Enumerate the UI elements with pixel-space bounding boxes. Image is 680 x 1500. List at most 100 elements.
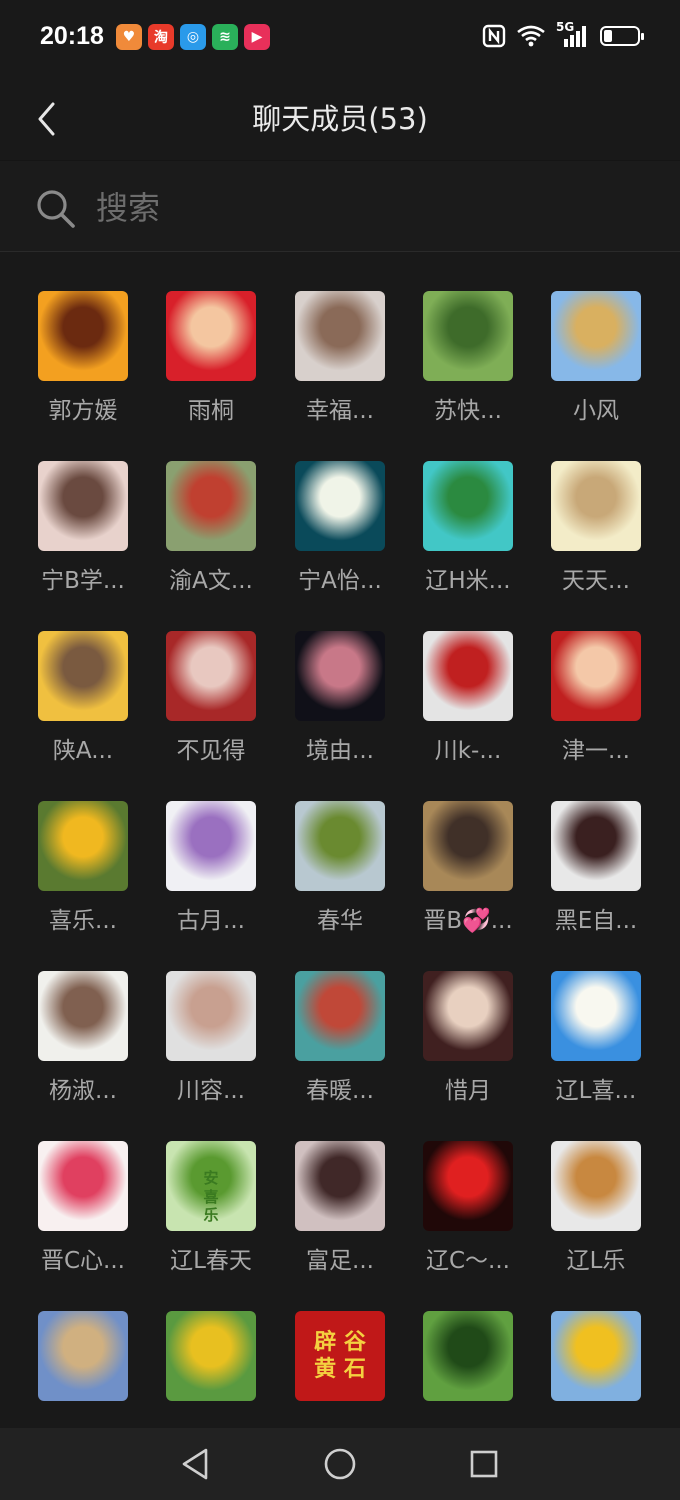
member-item[interactable]: 宁B学... <box>19 461 147 611</box>
member-name: 宁B学... <box>41 568 125 594</box>
nfc-icon <box>482 24 506 48</box>
member-item[interactable]: 郭方媛 <box>19 291 147 441</box>
search-input[interactable] <box>94 181 638 235</box>
member-item[interactable]: 富足... <box>276 1141 404 1291</box>
member-item[interactable]: 天天... <box>532 461 660 611</box>
member-item[interactable]: 春华 <box>276 801 404 951</box>
member-name: 辽L喜... <box>555 1078 637 1104</box>
member-avatar <box>423 461 513 551</box>
status-time: 20:18 <box>40 22 104 50</box>
member-avatar <box>551 1311 641 1401</box>
status-bar: 20:18 ♥ 淘 ◎ ≋ ▶ 5G <box>0 0 680 78</box>
member-name: 雨桐 <box>188 398 234 424</box>
member-item[interactable]: 苏快... <box>404 291 532 441</box>
member-avatar <box>166 291 256 381</box>
member-item[interactable]: 古月... <box>147 801 275 951</box>
member-item[interactable]: 川k-... <box>404 631 532 781</box>
nav-back-button[interactable] <box>175 1444 215 1484</box>
member-avatar <box>295 631 385 721</box>
member-name: 晋B💞... <box>423 908 513 934</box>
member-name: 渝A文... <box>169 568 253 594</box>
square-recents-icon <box>470 1450 498 1478</box>
member-item[interactable]: 惜月 <box>404 971 532 1121</box>
member-item[interactable]: 杨淑... <box>19 971 147 1121</box>
avatar-text: 安 喜 乐 <box>203 1168 219 1225</box>
navigation-bar <box>0 1428 680 1500</box>
member-avatar <box>38 1311 128 1401</box>
member-avatar <box>551 461 641 551</box>
member-item[interactable] <box>147 1311 275 1428</box>
member-name: 天天... <box>562 568 630 594</box>
member-grid: 郭方媛 雨桐 幸福... 苏快... 小风宁B学... 渝A文... 宁A怡... 辽H米..… <box>0 252 680 1428</box>
member-name: 春华 <box>317 908 363 934</box>
member-item[interactable]: 津一... <box>532 631 660 781</box>
signal-icon: 5G <box>556 20 590 48</box>
member-name: 川容... <box>177 1078 245 1104</box>
member-avatar <box>38 631 128 721</box>
member-item[interactable]: 雨桐 <box>147 291 275 441</box>
member-item[interactable]: 春暖... <box>276 971 404 1121</box>
member-avatar <box>38 1141 128 1231</box>
member-avatar <box>423 291 513 381</box>
member-name: 苏快... <box>434 398 502 424</box>
member-item[interactable]: 黑E自... <box>532 801 660 951</box>
member-avatar <box>551 291 641 381</box>
member-avatar <box>166 1311 256 1401</box>
member-item[interactable]: 辽H米... <box>404 461 532 611</box>
search-bar[interactable] <box>0 160 680 252</box>
member-name: 杨淑... <box>49 1078 117 1104</box>
member-item[interactable]: 小风 <box>532 291 660 441</box>
member-item[interactable]: 晋C心... <box>19 1141 147 1291</box>
member-avatar <box>166 461 256 551</box>
member-avatar <box>423 801 513 891</box>
member-item[interactable]: 辽L乐 <box>532 1141 660 1291</box>
member-item[interactable]: 不见得 <box>147 631 275 781</box>
member-name: 辽L春天 <box>170 1248 252 1274</box>
member-avatar <box>423 1311 513 1401</box>
member-name: 古月... <box>177 908 245 934</box>
wifi-icon <box>517 25 545 47</box>
member-item[interactable]: 渝A文... <box>147 461 275 611</box>
member-item[interactable]: 陕A... <box>19 631 147 781</box>
member-item[interactable]: 辽C～... <box>404 1141 532 1291</box>
member-item[interactable] <box>19 1311 147 1428</box>
member-avatar <box>38 461 128 551</box>
battery-icon <box>600 26 644 46</box>
nav-recents-button[interactable] <box>464 1444 504 1484</box>
member-item[interactable]: 安 喜 乐辽L春天 <box>147 1141 275 1291</box>
member-name: 小风 <box>573 398 619 424</box>
triangle-back-icon <box>182 1448 208 1480</box>
member-item[interactable] <box>404 1311 532 1428</box>
member-avatar <box>551 801 641 891</box>
video-app-icon: ▶ <box>244 24 270 50</box>
member-item[interactable]: 喜乐... <box>19 801 147 951</box>
member-avatar <box>551 1141 641 1231</box>
member-item[interactable]: 辽L喜... <box>532 971 660 1121</box>
avatar-text: 辟 谷 黄 石 <box>314 1329 366 1383</box>
member-name: 郭方媛 <box>48 398 118 424</box>
member-item[interactable] <box>532 1311 660 1428</box>
member-item[interactable]: 宁A怡... <box>276 461 404 611</box>
member-item[interactable]: 晋B💞... <box>404 801 532 951</box>
member-avatar <box>38 291 128 381</box>
member-item[interactable]: 幸福... <box>276 291 404 441</box>
member-avatar <box>38 801 128 891</box>
notification-icons: ♥ 淘 ◎ ≋ ▶ <box>116 24 270 50</box>
member-name: 惜月 <box>445 1078 491 1104</box>
member-name: 春暖... <box>306 1078 374 1104</box>
member-avatar <box>295 801 385 891</box>
member-avatar <box>295 461 385 551</box>
member-item[interactable]: 辟 谷 黄 石 <box>276 1311 404 1428</box>
member-avatar <box>423 971 513 1061</box>
member-avatar <box>166 971 256 1061</box>
member-avatar <box>166 631 256 721</box>
member-item[interactable]: 境由... <box>276 631 404 781</box>
nav-home-button[interactable] <box>320 1444 360 1484</box>
member-avatar: 辟 谷 黄 石 <box>295 1311 385 1401</box>
member-name: 川k-... <box>434 738 502 764</box>
search-icon <box>37 190 75 228</box>
member-item[interactable]: 川容... <box>147 971 275 1121</box>
circle-home-icon <box>324 1448 356 1480</box>
member-avatar <box>423 1141 513 1231</box>
member-name: 不见得 <box>176 738 246 764</box>
